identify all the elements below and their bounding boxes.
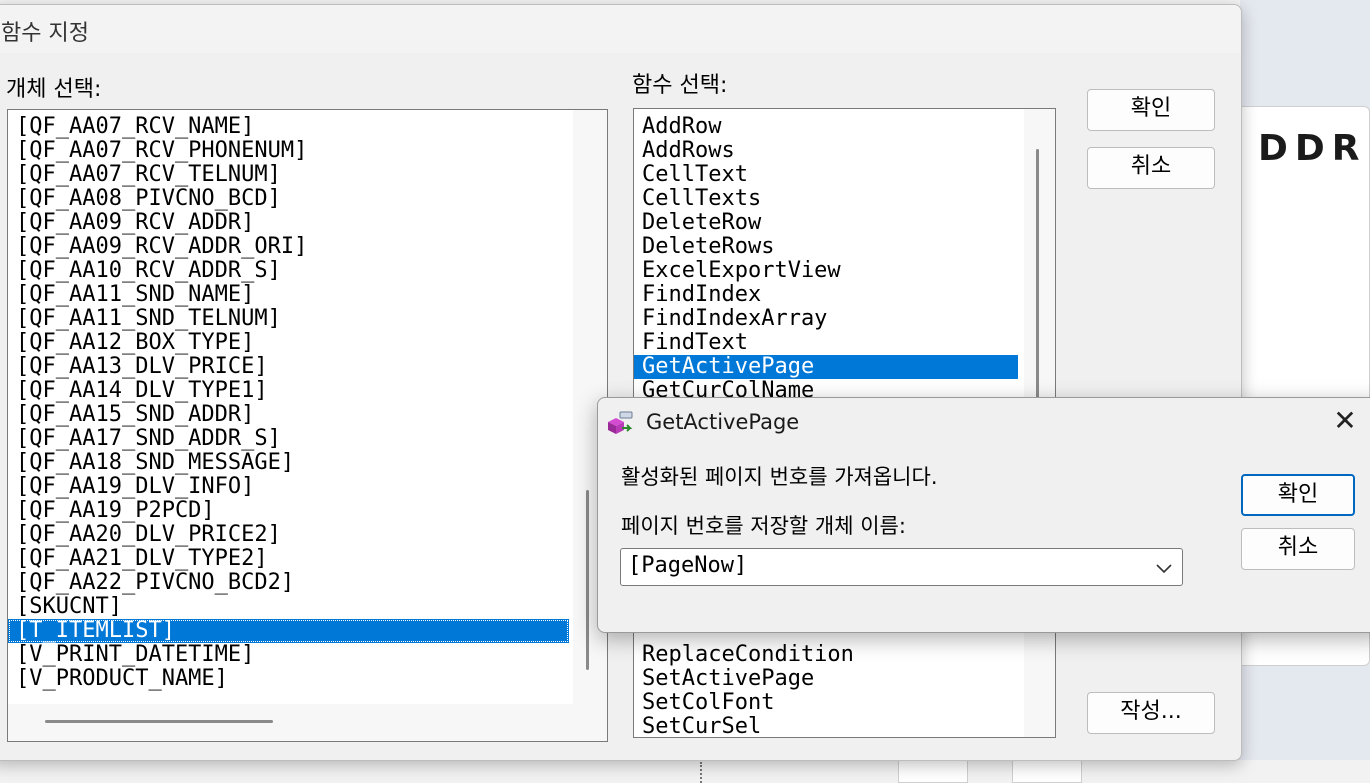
chevron-down-icon[interactable]: [1154, 558, 1174, 578]
list-item[interactable]: [QF_AA19_DLV_INFO]: [8, 475, 569, 499]
list-item[interactable]: FindIndexArray: [634, 307, 1018, 331]
list-item[interactable]: SetCurSel: [634, 715, 1018, 738]
list-item[interactable]: [QF_AA22_PIVCNO_BCD2]: [8, 571, 569, 595]
list-item[interactable]: AddRow: [634, 115, 1018, 139]
list-item[interactable]: [QF_AA10_RCV_ADDR_S]: [8, 259, 569, 283]
sub-cancel-button[interactable]: 취소: [1241, 528, 1355, 570]
list-item[interactable]: [QF_AA19_P2PCD]: [8, 499, 569, 523]
list-item[interactable]: [T_ITEMLIST]: [8, 619, 569, 643]
list-item[interactable]: [QF_AA08_PIVCNO_BCD]: [8, 187, 569, 211]
list-item[interactable]: [QF_AA07_RCV_TELNUM]: [8, 163, 569, 187]
sub-dialog-title: GetActivePage: [646, 410, 800, 434]
function-select-label: 함수 선택:: [632, 73, 728, 98]
list-item[interactable]: CellText: [634, 163, 1018, 187]
list-item[interactable]: [QF_AA14_DLV_TYPE1]: [8, 379, 569, 403]
object-list-vscroll-thumb[interactable]: [586, 490, 589, 670]
list-item[interactable]: DeleteRows: [634, 235, 1018, 259]
list-item[interactable]: [QF_AA15_SND_ADDR]: [8, 403, 569, 427]
sub-dialog-title-bar[interactable]: GetActivePage ✕: [598, 398, 1370, 448]
list-item[interactable]: AddRows: [634, 139, 1018, 163]
list-item[interactable]: [QF_AA20_DLV_PRICE2]: [8, 523, 569, 547]
background-text: DDR: [1258, 128, 1367, 169]
dialog-title-bar[interactable]: 함수 지정: [0, 5, 1241, 53]
background-dotted-line: [700, 762, 702, 783]
list-item[interactable]: FindText: [634, 331, 1018, 355]
dialog-title: 함수 지정: [1, 21, 89, 46]
list-item[interactable]: FindIndex: [634, 283, 1018, 307]
ok-button[interactable]: 확인: [1087, 89, 1215, 131]
list-item[interactable]: GetActivePage: [634, 355, 1018, 379]
list-item[interactable]: [V_PRINT_DATETIME]: [8, 643, 569, 667]
get-active-page-dialog: GetActivePage ✕ 활성화된 페이지 번호를 가져옵니다. 페이지 …: [597, 397, 1370, 633]
list-item[interactable]: [V_PRODUCT_NAME]: [8, 667, 569, 691]
list-item[interactable]: [QF_AA17_SND_ADDR_S]: [8, 427, 569, 451]
list-item[interactable]: [QF_AA12_BOX_TYPE]: [8, 331, 569, 355]
list-item[interactable]: [SKUCNT]: [8, 595, 569, 619]
background-bottom-strip: [0, 760, 1370, 783]
list-item[interactable]: [QF_AA07_RCV_PHONENUM]: [8, 139, 569, 163]
function-list-vscroll-thumb[interactable]: [1036, 149, 1039, 399]
function-wizard-icon: [608, 411, 633, 434]
list-item[interactable]: [QF_AA21_DLV_TYPE2]: [8, 547, 569, 571]
list-item[interactable]: ReplaceCondition: [634, 643, 1018, 667]
list-item[interactable]: SetActivePage: [634, 667, 1018, 691]
list-item[interactable]: [QF_AA07_RCV_NAME]: [8, 115, 569, 139]
background-cell: [898, 760, 968, 783]
list-item[interactable]: [QF_AA11_SND_NAME]: [8, 283, 569, 307]
close-icon[interactable]: ✕: [1330, 406, 1360, 436]
background-cell: [1012, 760, 1082, 783]
object-select-label: 개체 선택:: [6, 77, 102, 102]
object-list-hscrollbar[interactable]: [8, 704, 607, 741]
cancel-button[interactable]: 취소: [1087, 147, 1215, 189]
list-item[interactable]: [QF_AA09_RCV_ADDR_ORI]: [8, 235, 569, 259]
function-assign-dialog: 함수 지정 개체 선택: 함수 선택: [V_PRODUCT_NAME] [V_P…: [0, 4, 1242, 761]
target-field-label: 페이지 번호를 저장할 개체 이름:: [621, 514, 906, 538]
list-item[interactable]: SetColFont: [634, 691, 1018, 715]
sub-ok-button[interactable]: 확인: [1241, 474, 1355, 516]
list-item[interactable]: [QF_AA09_RCV_ADDR]: [8, 211, 569, 235]
list-item[interactable]: DeleteRow: [634, 211, 1018, 235]
list-item[interactable]: [QF_AA18_SND_MESSAGE]: [8, 451, 569, 475]
list-item[interactable]: CellTexts: [634, 187, 1018, 211]
list-item[interactable]: ExcelExportView: [634, 259, 1018, 283]
combo-value: [PageNow]: [628, 553, 748, 578]
object-list-hscroll-thumb[interactable]: [45, 720, 273, 723]
list-item[interactable]: [QF_AA13_DLV_PRICE]: [8, 355, 569, 379]
write-button[interactable]: 작성...: [1087, 692, 1215, 734]
list-item[interactable]: [QF_AA11_SND_TELNUM]: [8, 307, 569, 331]
target-object-combobox[interactable]: [PageNow]: [620, 548, 1183, 586]
object-listbox[interactable]: [V_PRODUCT_NAME] [V_PRINT_DATETIME] [T_ITE…: [7, 109, 608, 742]
function-description: 활성화된 페이지 번호를 가져옵니다.: [621, 465, 938, 489]
